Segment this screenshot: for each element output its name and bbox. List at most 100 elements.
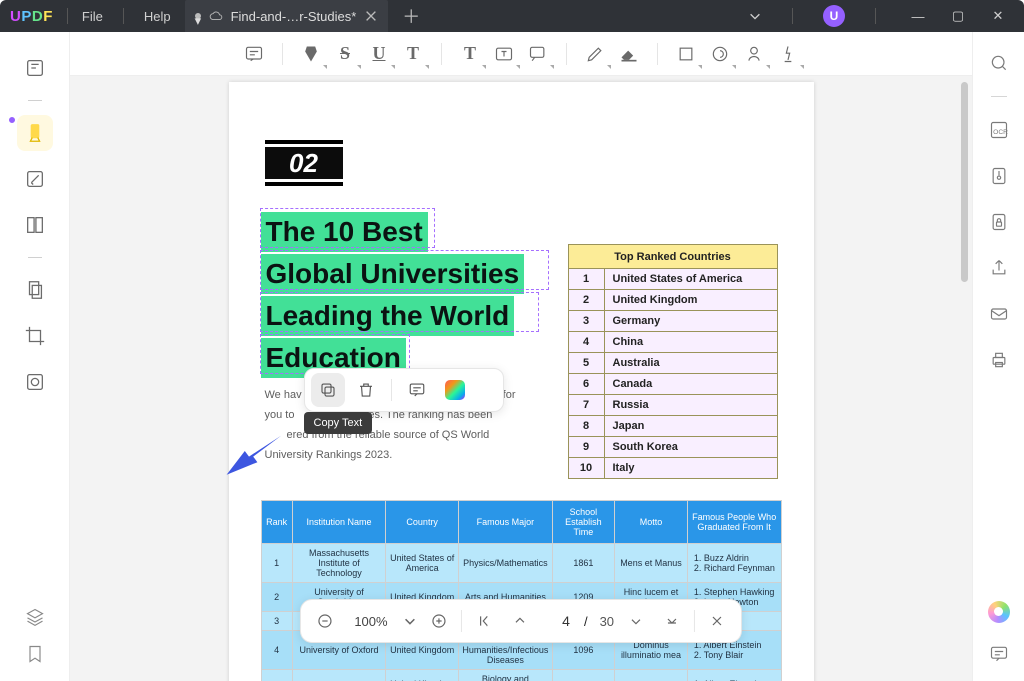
page-input[interactable] xyxy=(542,612,572,630)
table-header: Institution Name xyxy=(292,501,386,544)
table-header: Motto xyxy=(615,501,688,544)
tooltip: Copy Text xyxy=(304,412,373,434)
ai-assistant-button[interactable] xyxy=(988,601,1010,623)
highlight-tool[interactable] xyxy=(17,115,53,151)
share-button[interactable] xyxy=(986,255,1012,281)
watermark-tool[interactable] xyxy=(17,364,53,400)
minimize-button[interactable]: — xyxy=(906,9,930,24)
copy-button[interactable] xyxy=(311,373,345,407)
right-sidebar: OCR xyxy=(972,32,1024,681)
edittext-tool[interactable] xyxy=(17,161,53,197)
protect-button[interactable] xyxy=(986,209,1012,235)
document-tab[interactable]: ▾ Find-and-…r-Studies* xyxy=(185,0,389,32)
pages-tool[interactable] xyxy=(17,272,53,308)
table-row: 9South Korea xyxy=(568,437,777,458)
page-number-badge: 02 xyxy=(265,140,343,186)
first-page-button[interactable] xyxy=(470,607,498,635)
countries-title: Top Ranked Countries xyxy=(568,245,777,269)
bookmark-button[interactable] xyxy=(25,644,45,667)
tab-dropdown-dot[interactable]: ▾ xyxy=(195,13,201,19)
table-header: Rank xyxy=(261,501,292,544)
comment-tool[interactable] xyxy=(240,40,268,68)
highlight-color-tool[interactable] xyxy=(297,40,325,68)
countries-body: 1United States of America2United Kingdom… xyxy=(568,269,777,479)
zoom-value: 100% xyxy=(347,614,395,629)
left-sidebar xyxy=(0,32,70,681)
maximize-button[interactable]: ▢ xyxy=(946,8,970,24)
universities-table: RankInstitution NameCountryFamous MajorS… xyxy=(261,500,782,681)
email-button[interactable] xyxy=(986,301,1012,327)
user-avatar[interactable]: U xyxy=(823,5,845,27)
table-row: 1United States of America xyxy=(568,269,777,290)
form-tool[interactable] xyxy=(17,207,53,243)
context-popup xyxy=(304,368,504,412)
menu-help[interactable]: Help xyxy=(144,9,171,24)
crop-tool[interactable] xyxy=(17,318,53,354)
color-swatch-icon xyxy=(445,380,465,400)
print-button[interactable] xyxy=(986,347,1012,373)
shape-tool[interactable] xyxy=(672,40,700,68)
table-row: 6Canada xyxy=(568,374,777,395)
arrow-annotation xyxy=(214,430,284,500)
table-row: 7Russia xyxy=(568,395,777,416)
svg-text:OCR: OCR xyxy=(993,129,1008,136)
page-navigator: 100% / 30 xyxy=(300,599,742,643)
vertical-scrollbar[interactable] xyxy=(961,82,968,671)
note-button[interactable] xyxy=(400,373,434,407)
eraser-tool[interactable] xyxy=(615,40,643,68)
table-row: 1Massachusetts Institute of TechnologyUn… xyxy=(261,544,781,583)
callout-tool[interactable] xyxy=(524,40,552,68)
underline-tool[interactable]: U xyxy=(365,40,393,68)
zoom-dropdown[interactable] xyxy=(403,607,417,635)
table-row: 5Australia xyxy=(568,353,777,374)
squiggly-tool[interactable]: T xyxy=(399,40,427,68)
zoom-in-button[interactable] xyxy=(425,607,453,635)
page-sep: / xyxy=(584,614,588,629)
chevron-down-icon[interactable] xyxy=(748,9,762,23)
table-row: 2United Kingdom xyxy=(568,290,777,311)
stamp-tool[interactable] xyxy=(706,40,734,68)
menu-file[interactable]: File xyxy=(82,9,103,24)
app-logo: UPDF xyxy=(10,8,53,25)
tab-title: Find-and-…r-Studies* xyxy=(231,9,357,24)
sidebar-indicator-dot xyxy=(7,115,17,125)
table-header: Famous Major xyxy=(459,501,553,544)
table-header: Country xyxy=(386,501,459,544)
table-row: 8Japan xyxy=(568,416,777,437)
table-row: United KingdomBiology and Biochemistry/M… xyxy=(261,670,781,681)
search-button[interactable] xyxy=(986,50,1012,76)
delete-button[interactable] xyxy=(349,373,383,407)
cloud-icon xyxy=(209,9,223,23)
univ-head-row: RankInstitution NameCountryFamous MajorS… xyxy=(261,501,781,544)
comments-panel-button[interactable] xyxy=(986,641,1012,667)
next-page-button[interactable] xyxy=(622,607,650,635)
table-header: Famous People WhoGraduated From It xyxy=(687,501,781,544)
page-total: 30 xyxy=(600,614,614,629)
close-window-button[interactable]: ✕ xyxy=(986,8,1010,24)
close-icon[interactable] xyxy=(364,9,378,23)
new-tab-button[interactable]: ＋ xyxy=(402,3,420,29)
textbox-tool[interactable] xyxy=(490,40,518,68)
strikethrough-tool[interactable]: S xyxy=(331,40,359,68)
close-nav-button[interactable] xyxy=(703,607,731,635)
pencil-tool[interactable] xyxy=(581,40,609,68)
annotation-toolbar: S U T T xyxy=(70,32,972,76)
last-page-button[interactable] xyxy=(658,607,686,635)
signature-tool[interactable] xyxy=(774,40,802,68)
table-row: 3Germany xyxy=(568,311,777,332)
layers-button[interactable] xyxy=(25,607,45,630)
prev-page-button[interactable] xyxy=(506,607,534,635)
ocr-button[interactable]: OCR xyxy=(986,117,1012,143)
text-tool[interactable]: T xyxy=(456,40,484,68)
countries-table: Top Ranked Countries 1United States of A… xyxy=(568,244,778,479)
zoom-out-button[interactable] xyxy=(311,607,339,635)
document-canvas[interactable]: 02 The 10 Best Global Universities Leadi… xyxy=(70,76,972,681)
table-row: 10Italy xyxy=(568,458,777,479)
table-header: SchoolEstablish Time xyxy=(552,501,614,544)
reader-tool[interactable] xyxy=(17,50,53,86)
compress-button[interactable] xyxy=(986,163,1012,189)
table-row: 4China xyxy=(568,332,777,353)
sticker-tool[interactable] xyxy=(740,40,768,68)
page-heading: The 10 Best Global Universities Leading … xyxy=(261,212,525,380)
color-picker-button[interactable] xyxy=(438,373,472,407)
